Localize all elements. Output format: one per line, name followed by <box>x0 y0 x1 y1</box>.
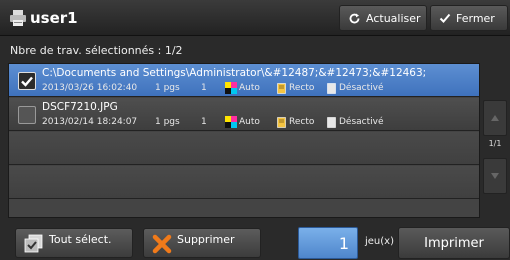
empty-row <box>9 166 479 199</box>
page-side-icon <box>277 82 286 94</box>
page-side-icon <box>277 116 286 128</box>
color-mode-icon <box>225 116 237 128</box>
select-all-icon <box>24 234 43 253</box>
job-staple: Désactivé <box>339 117 384 127</box>
refresh-icon <box>349 13 360 23</box>
copies-input[interactable]: 1 <box>298 227 358 259</box>
job-color: Auto <box>239 117 260 127</box>
job-date: 2013/02/14 18:24:07 <box>42 117 138 127</box>
copies-unit: jeu(x) <box>365 236 394 247</box>
job-side: Recto <box>289 83 315 93</box>
close-label: Fermer <box>456 11 495 25</box>
select-all-label: Tout sélect. <box>49 233 112 246</box>
selection-count: Nbre de trav. sélectionnés : 1/2 <box>10 44 183 57</box>
job-color: Auto <box>239 83 260 93</box>
job-pages: 1 pgs <box>155 83 180 93</box>
triangle-down-icon <box>491 173 499 179</box>
delete-x-icon <box>152 234 172 254</box>
checkmark-icon <box>21 76 33 87</box>
job-list: C:\Documents and Settings\Administrator\… <box>8 63 480 218</box>
title-bar: user1 Actualiser Fermer <box>0 0 510 36</box>
color-mode-icon <box>225 82 237 94</box>
page-title: user1 <box>30 9 78 27</box>
delete-label: Supprimer <box>177 233 235 246</box>
close-button[interactable]: Fermer <box>430 5 508 31</box>
job-name: DSCF7210.JPG <box>42 101 118 113</box>
scroll-up-button[interactable] <box>483 100 507 136</box>
refresh-label: Actualiser <box>366 11 421 25</box>
scroll-down-button[interactable] <box>483 158 507 194</box>
empty-row <box>9 132 479 165</box>
job-copies: 1 <box>201 117 207 127</box>
job-side: Recto <box>289 117 315 127</box>
job-checkbox-1[interactable] <box>18 72 36 90</box>
job-meta: 2013/02/14 18:24:07 1 pgs 1 Auto Recto D… <box>42 116 384 128</box>
refresh-button[interactable]: Actualiser <box>339 5 427 31</box>
printer-icon <box>10 10 26 26</box>
staple-icon <box>327 116 336 128</box>
job-date: 2013/03/26 16:02:40 <box>42 83 138 93</box>
page-indicator: 1/1 <box>488 139 502 148</box>
delete-button[interactable]: Supprimer <box>143 228 261 258</box>
job-name: C:\Documents and Settings\Administrator\… <box>42 67 427 79</box>
job-meta: 2013/03/26 16:02:40 1 pgs 1 Auto Recto D… <box>42 82 384 94</box>
staple-icon <box>327 82 336 94</box>
job-row-2[interactable]: DSCF7210.JPG 2013/02/14 18:24:07 1 pgs 1… <box>9 98 479 131</box>
job-staple: Désactivé <box>339 83 384 93</box>
checkmark-icon <box>439 13 451 23</box>
job-copies: 1 <box>201 83 207 93</box>
list-scroller: 1/1 <box>483 100 507 218</box>
triangle-up-icon <box>491 115 499 121</box>
job-pages: 1 pgs <box>155 117 180 127</box>
job-row-1[interactable]: C:\Documents and Settings\Administrator\… <box>9 64 479 97</box>
job-checkbox-2[interactable] <box>18 106 36 124</box>
print-button[interactable]: Imprimer <box>398 227 510 259</box>
select-all-button[interactable]: Tout sélect. <box>15 228 133 258</box>
